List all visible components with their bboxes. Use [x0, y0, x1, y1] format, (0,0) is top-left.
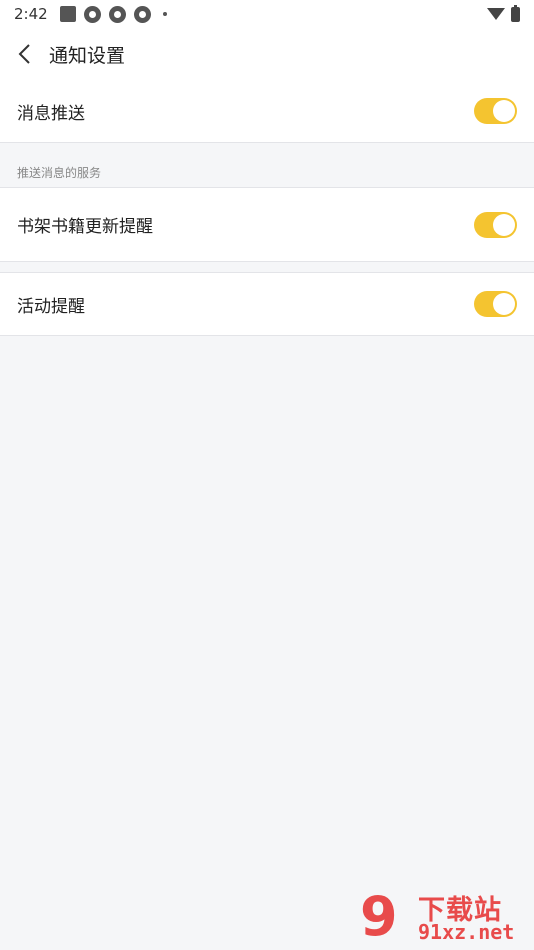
divider [0, 335, 534, 336]
wifi-icon [487, 8, 505, 20]
page-title: 通知设置 [49, 44, 126, 67]
app-notification-icon [59, 6, 76, 22]
status-time: 2:42 [14, 5, 48, 23]
divider [0, 142, 534, 143]
divider [0, 261, 534, 262]
watermark-bottom-text: 91xz.net [418, 920, 515, 944]
setting-row-shelf-update[interactable]: 书架书籍更新提醒 [0, 188, 534, 261]
back-button[interactable] [2, 28, 46, 80]
toggle-knob [493, 213, 515, 236]
app-badge-icon [133, 5, 151, 23]
push-toggle[interactable] [474, 98, 517, 124]
status-bar: 2:42 [0, 0, 534, 28]
setting-label-push: 消息推送 [17, 103, 85, 124]
setting-label-shelf-update: 书架书籍更新提醒 [17, 217, 153, 237]
app-badge-icon [108, 5, 126, 23]
toggle-knob [493, 100, 515, 122]
setting-row-activity[interactable]: 活动提醒 [0, 273, 534, 335]
shelf-update-toggle[interactable] [474, 211, 517, 238]
watermark-logo: 9 下载站 91xz.net [360, 888, 530, 948]
system-icons [487, 4, 520, 22]
title-bar: 通知设置 [0, 28, 534, 80]
app-badge-icon [83, 5, 101, 23]
battery-icon [511, 4, 520, 22]
watermark-number: 9 [360, 885, 398, 948]
notification-icons [59, 5, 167, 23]
toggle-knob [493, 293, 515, 315]
setting-row-push[interactable]: 消息推送 [0, 80, 534, 142]
more-notifications-dot-icon [162, 12, 167, 16]
section-header: 推送消息的服务 [17, 166, 102, 180]
chevron-left-icon [18, 44, 30, 64]
activity-toggle[interactable] [474, 291, 517, 317]
setting-label-activity: 活动提醒 [17, 296, 85, 317]
